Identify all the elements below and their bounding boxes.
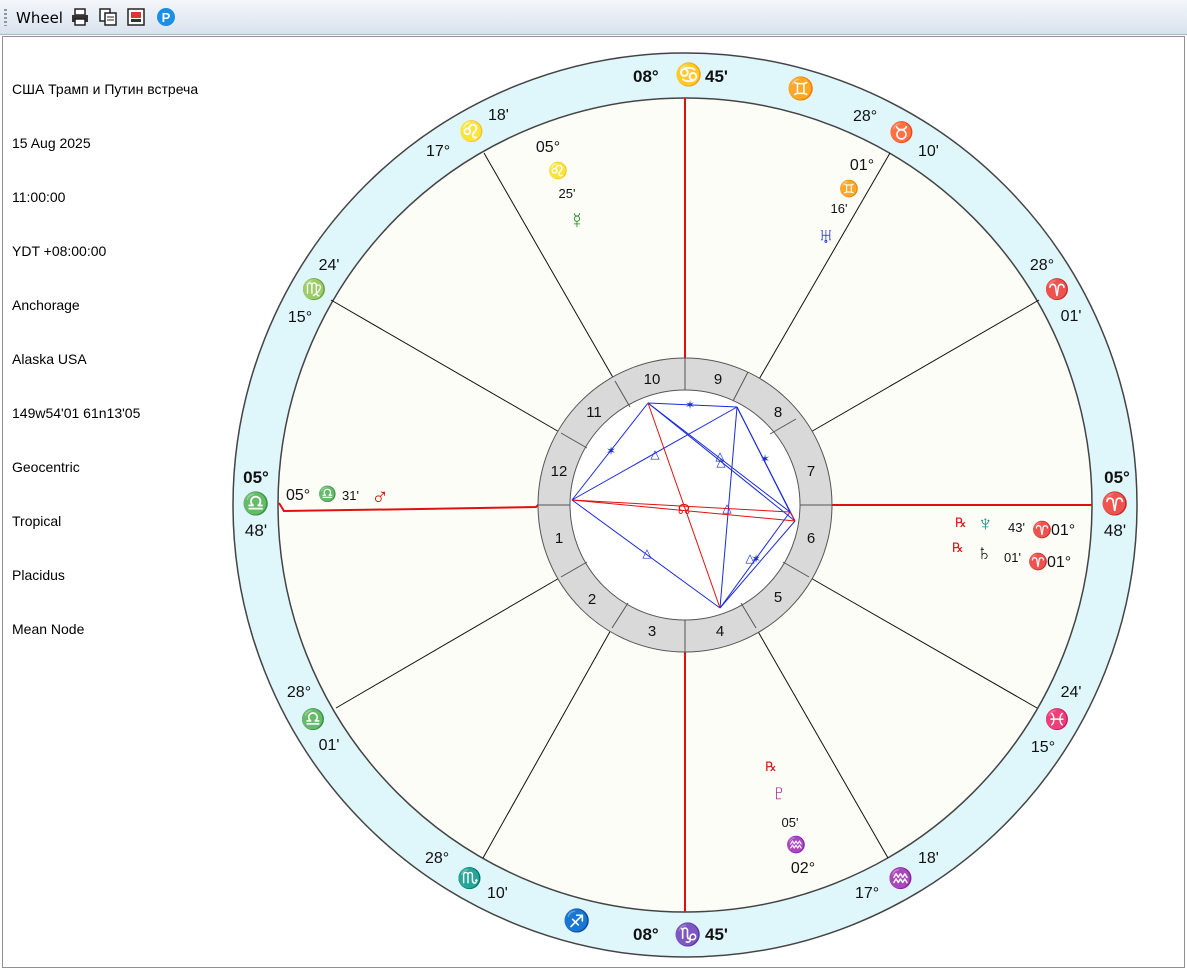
cusp-3-sign: ♏ xyxy=(457,866,482,890)
mc-sign: ♋ xyxy=(675,62,702,87)
pluto-degree: 02° xyxy=(791,860,815,877)
saturn-sign: ♈ xyxy=(1028,552,1048,571)
mars-degree: 05° xyxy=(286,487,310,504)
uranus-glyph: ♅ xyxy=(818,223,835,248)
cusp-6-degree: 15° xyxy=(1031,739,1055,756)
cusp-3-degree: 28° xyxy=(425,850,449,867)
asc-degree: 05° xyxy=(243,468,269,487)
cusp-5-degree: 17° xyxy=(855,885,879,902)
sextile-glyph: ✶ xyxy=(685,398,695,412)
trine-glyph: △ xyxy=(642,546,652,560)
mercury-degree: 05° xyxy=(536,139,560,156)
house-number-5: 5 xyxy=(774,589,782,606)
cusp-5-sign: ♒ xyxy=(888,866,913,890)
cusp-9-degree: 28° xyxy=(853,108,877,125)
house-number-12: 12 xyxy=(551,463,568,480)
pluto-glyph: ♇ xyxy=(771,780,788,805)
uranus-degree: 01° xyxy=(850,157,874,174)
uranus-minutes: 16' xyxy=(831,201,848,216)
mc-degree: 08° xyxy=(633,67,659,86)
sextile-glyph: ✶ xyxy=(606,444,616,458)
ic-minutes: 45' xyxy=(705,925,728,944)
cusp-3-minutes: 10' xyxy=(487,885,508,902)
house-number-3: 3 xyxy=(648,623,656,640)
trine-glyph: △ xyxy=(716,455,726,469)
dsc-minutes: 48' xyxy=(1104,521,1126,540)
ic-degree: 08° xyxy=(633,925,659,944)
house-number-6: 6 xyxy=(807,530,815,547)
neptune-sign: ♈ xyxy=(1032,520,1052,539)
cusp-8-sign: ♈ xyxy=(1045,277,1070,301)
trine-glyph: △ xyxy=(722,501,732,515)
cusp-6-minutes: 24' xyxy=(1061,684,1082,701)
saturn-minutes: 01' xyxy=(1004,550,1021,565)
cusp-5-minutes: 18' xyxy=(918,850,939,867)
cusp-6-sign: ♓ xyxy=(1045,707,1070,731)
mars-minutes: 31' xyxy=(342,488,359,503)
house-number-8: 8 xyxy=(774,404,782,421)
intercepted-sagittarius-sign: ♐ xyxy=(563,908,590,933)
chart-wheel[interactable]: 10 9 8 7 6 5 4 3 2 1 12 11 △ △ △ △ △ △ ✶… xyxy=(0,0,1187,970)
saturn-retrograde: ℞ xyxy=(952,540,964,555)
house-number-11: 11 xyxy=(586,404,602,421)
pluto-sign: ♒ xyxy=(786,835,806,854)
cusp-9-minutes: 10' xyxy=(918,143,939,160)
cusp-8-minutes: 01' xyxy=(1061,308,1082,325)
dsc-degree: 05° xyxy=(1104,468,1130,487)
house-number-2: 2 xyxy=(588,591,596,608)
sextile-glyph: ✶ xyxy=(760,452,770,466)
mars-glyph: ♂ xyxy=(371,484,389,511)
cusp-8-degree: 28° xyxy=(1030,257,1054,274)
neptune-minutes: 43' xyxy=(1008,520,1025,535)
sextile-glyph: ✶ xyxy=(751,552,761,566)
mercury-sign: ♌ xyxy=(548,161,568,180)
cusp-2-minutes: 01' xyxy=(319,737,340,754)
neptune-retrograde: ℞ xyxy=(955,515,967,530)
house-number-4: 4 xyxy=(716,623,724,640)
asc-label: 05° ♎ 48' xyxy=(242,468,269,540)
house-number-9: 9 xyxy=(714,371,722,388)
mercury-minutes: 25' xyxy=(559,186,576,201)
pluto-minutes: 05' xyxy=(782,815,799,830)
intercepted-gemini-sign: ♊ xyxy=(787,76,814,101)
saturn-glyph: ♄ xyxy=(976,540,993,565)
cusp-12-degree: 15° xyxy=(288,309,312,326)
ic-label: 08° ♑ 45' xyxy=(633,922,728,947)
uranus-sign: ♊ xyxy=(839,179,859,198)
ic-sign: ♑ xyxy=(674,922,701,947)
cusp-11-minutes: 18' xyxy=(488,107,509,124)
pluto-retrograde: ℞ xyxy=(765,759,777,774)
cusp-12-sign: ♍ xyxy=(302,277,327,301)
cusp-2-degree: 28° xyxy=(287,684,311,701)
neptune-degree: 01° xyxy=(1051,522,1075,539)
mercury-glyph: ☿ xyxy=(569,208,586,233)
cusp-12-minutes: 24' xyxy=(319,257,340,274)
dsc-label: 05° ♈ 48' xyxy=(1101,468,1130,540)
mars-sign: ♎ xyxy=(318,485,337,503)
cusp-9-sign: ♉ xyxy=(889,120,914,144)
house-number-10: 10 xyxy=(644,371,661,388)
node-glyph: ☊ xyxy=(678,501,690,517)
cusp-11-degree: 17° xyxy=(426,143,450,160)
dsc-sign: ♈ xyxy=(1101,491,1128,516)
saturn-degree: 01° xyxy=(1047,554,1071,571)
trine-glyph: △ xyxy=(650,447,660,461)
mc-minutes: 45' xyxy=(705,67,728,86)
house-number-7: 7 xyxy=(807,463,815,480)
neptune-glyph: ♆ xyxy=(977,511,994,536)
house-number-1: 1 xyxy=(555,530,563,547)
cusp-2-sign: ♎ xyxy=(301,707,326,731)
cusp-11-sign: ♌ xyxy=(459,119,484,143)
asc-sign: ♎ xyxy=(242,491,269,516)
asc-minutes: 48' xyxy=(245,521,267,540)
